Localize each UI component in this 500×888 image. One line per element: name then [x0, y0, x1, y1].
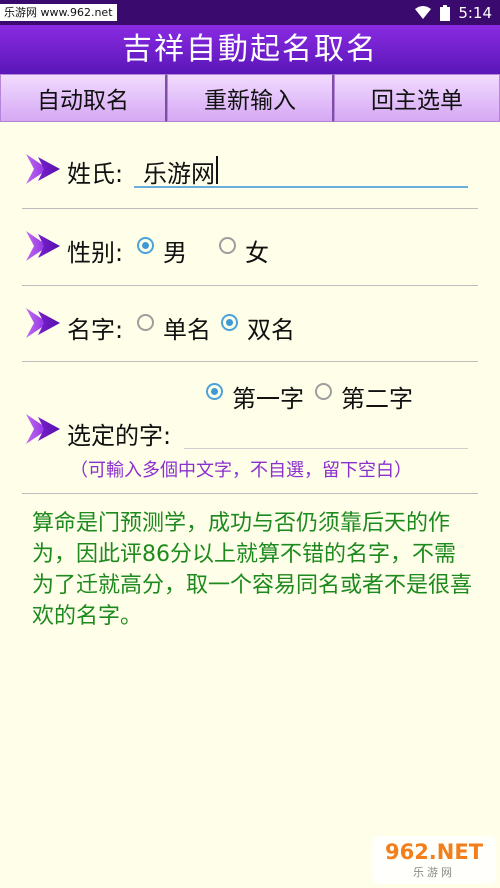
surname-label: 姓氏: [67, 160, 124, 188]
double-name-label[interactable]: 双名 [247, 310, 295, 345]
wifi-icon [415, 5, 432, 19]
divider [22, 285, 478, 286]
single-name-radio[interactable] [137, 314, 154, 331]
double-name-radio[interactable] [221, 314, 238, 331]
divider [22, 493, 478, 494]
arrow-icon [26, 154, 60, 184]
gender-label: 性别: [67, 239, 124, 267]
site-watermark: 962.NET 乐游网 [372, 836, 496, 884]
status-time: 5:14 [458, 3, 492, 22]
gender-male-label[interactable]: 男 [163, 233, 187, 268]
arrow-icon [26, 414, 60, 444]
watermark-caption: 乐游网 [413, 866, 455, 879]
arrow-icon [26, 231, 60, 261]
divider [22, 208, 478, 209]
auto-name-button[interactable]: 自动取名 [0, 74, 167, 122]
arrow-icon [26, 308, 60, 338]
battery-icon [440, 4, 451, 21]
name-length-label: 名字: [67, 316, 124, 344]
text-cursor [216, 156, 218, 184]
reset-button[interactable]: 重新输入 [167, 74, 334, 122]
second-char-label[interactable]: 第二字 [341, 379, 413, 414]
chosen-char-input-underline [184, 448, 468, 449]
gender-female-label[interactable]: 女 [245, 233, 269, 268]
status-site-label: 乐游网 www.962.net [0, 4, 117, 21]
hint-text: （可輸入多個中文字，不自選，留下空白） [70, 460, 412, 481]
first-char-label[interactable]: 第一字 [232, 379, 304, 414]
single-name-label[interactable]: 单名 [163, 310, 211, 345]
main-menu-button[interactable]: 回主选单 [334, 74, 500, 122]
gender-male-radio[interactable] [137, 237, 154, 254]
gender-female-radio[interactable] [219, 237, 236, 254]
chosen-char-label: 选定的字: [67, 422, 172, 450]
app-title: 吉祥自動起名取名 [0, 25, 500, 74]
surname-input[interactable]: 乐游网 [143, 154, 215, 189]
status-icons: 5:14 [414, 0, 492, 25]
second-char-radio[interactable] [315, 383, 332, 400]
status-bar: 乐游网 www.962.net 5:14 [0, 0, 500, 25]
surname-input-underline [134, 186, 468, 188]
chosen-char-input[interactable] [190, 416, 466, 446]
divider [22, 361, 478, 362]
watermark-logo: 962.NET [384, 840, 484, 864]
info-text: 算命是门预测学，成功与否仍须靠后天的作为，因此评86分以上就算不错的名字，不需为… [32, 511, 473, 629]
nav-bar: 自动取名 重新输入 回主选单 [0, 74, 500, 122]
first-char-radio[interactable] [206, 383, 223, 400]
